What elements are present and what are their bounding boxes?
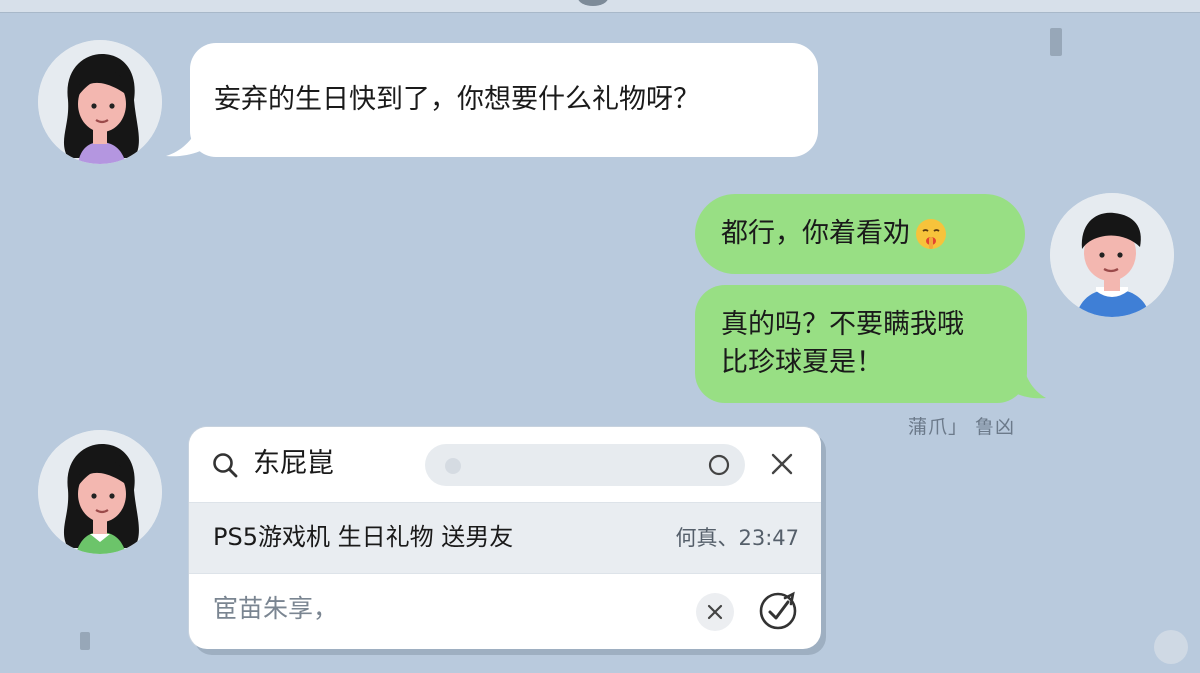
incoming-message-bubble[interactable]: 妄弃的生日快到了，你想要什么礼物呀？ (190, 43, 818, 157)
field-dot (445, 458, 461, 474)
circle-icon[interactable] (707, 453, 731, 477)
search-header: 东屁崑 (189, 427, 821, 502)
search-result-text: PS5游戏机 生日礼物 送男友 (213, 523, 514, 551)
search-result-row[interactable]: PS5游戏机 生日礼物 送男友 何真、23:47 (189, 502, 821, 574)
message-status: 蒲爪」 鲁凶 (908, 416, 1016, 438)
outgoing-message-text: 都行，你着看劝 (721, 218, 910, 249)
search-query: 东屁崑 (253, 448, 334, 479)
shushing-face-emoji-icon (916, 219, 946, 249)
floating-button[interactable] (1154, 630, 1188, 664)
girl-avatar[interactable] (38, 40, 162, 164)
search-card: 东屁崑 PS5游戏机 生日礼物 送男友 何真、23:47 宦苗朱享， (189, 427, 821, 649)
outgoing-bubble-tail (1000, 358, 1046, 399)
search-input[interactable] (425, 444, 745, 486)
search-icon[interactable] (211, 451, 239, 479)
girl-avatar-2[interactable] (38, 430, 162, 554)
outgoing-message-line-1: 真的吗？不要瞒我哦 (721, 309, 964, 340)
boy-avatar[interactable] (1050, 193, 1174, 317)
scroll-indicator (1050, 28, 1062, 56)
top-bar (0, 0, 1200, 13)
pull-handle[interactable] (578, 0, 608, 6)
outgoing-message-bubble[interactable]: 都行，你着看劝 (695, 194, 1025, 274)
send-icon[interactable] (755, 588, 801, 634)
scroll-indicator-bottom (80, 632, 90, 650)
clear-icon (707, 604, 723, 620)
close-icon[interactable] (767, 449, 797, 479)
message-input-bar: 宦苗朱享， (189, 573, 821, 649)
clear-button[interactable] (696, 593, 734, 631)
search-result-time: 何真、23:47 (675, 526, 799, 550)
outgoing-message-bubble-2[interactable]: 真的吗？不要瞒我哦 比珍球夏是！ (695, 285, 1027, 403)
incoming-message-text: 妄弃的生日快到了，你想要什么礼物呀？ (214, 84, 700, 115)
message-input[interactable]: 宦苗朱享， (213, 591, 338, 627)
outgoing-message-line-2: 比珍球夏是！ (721, 347, 883, 378)
